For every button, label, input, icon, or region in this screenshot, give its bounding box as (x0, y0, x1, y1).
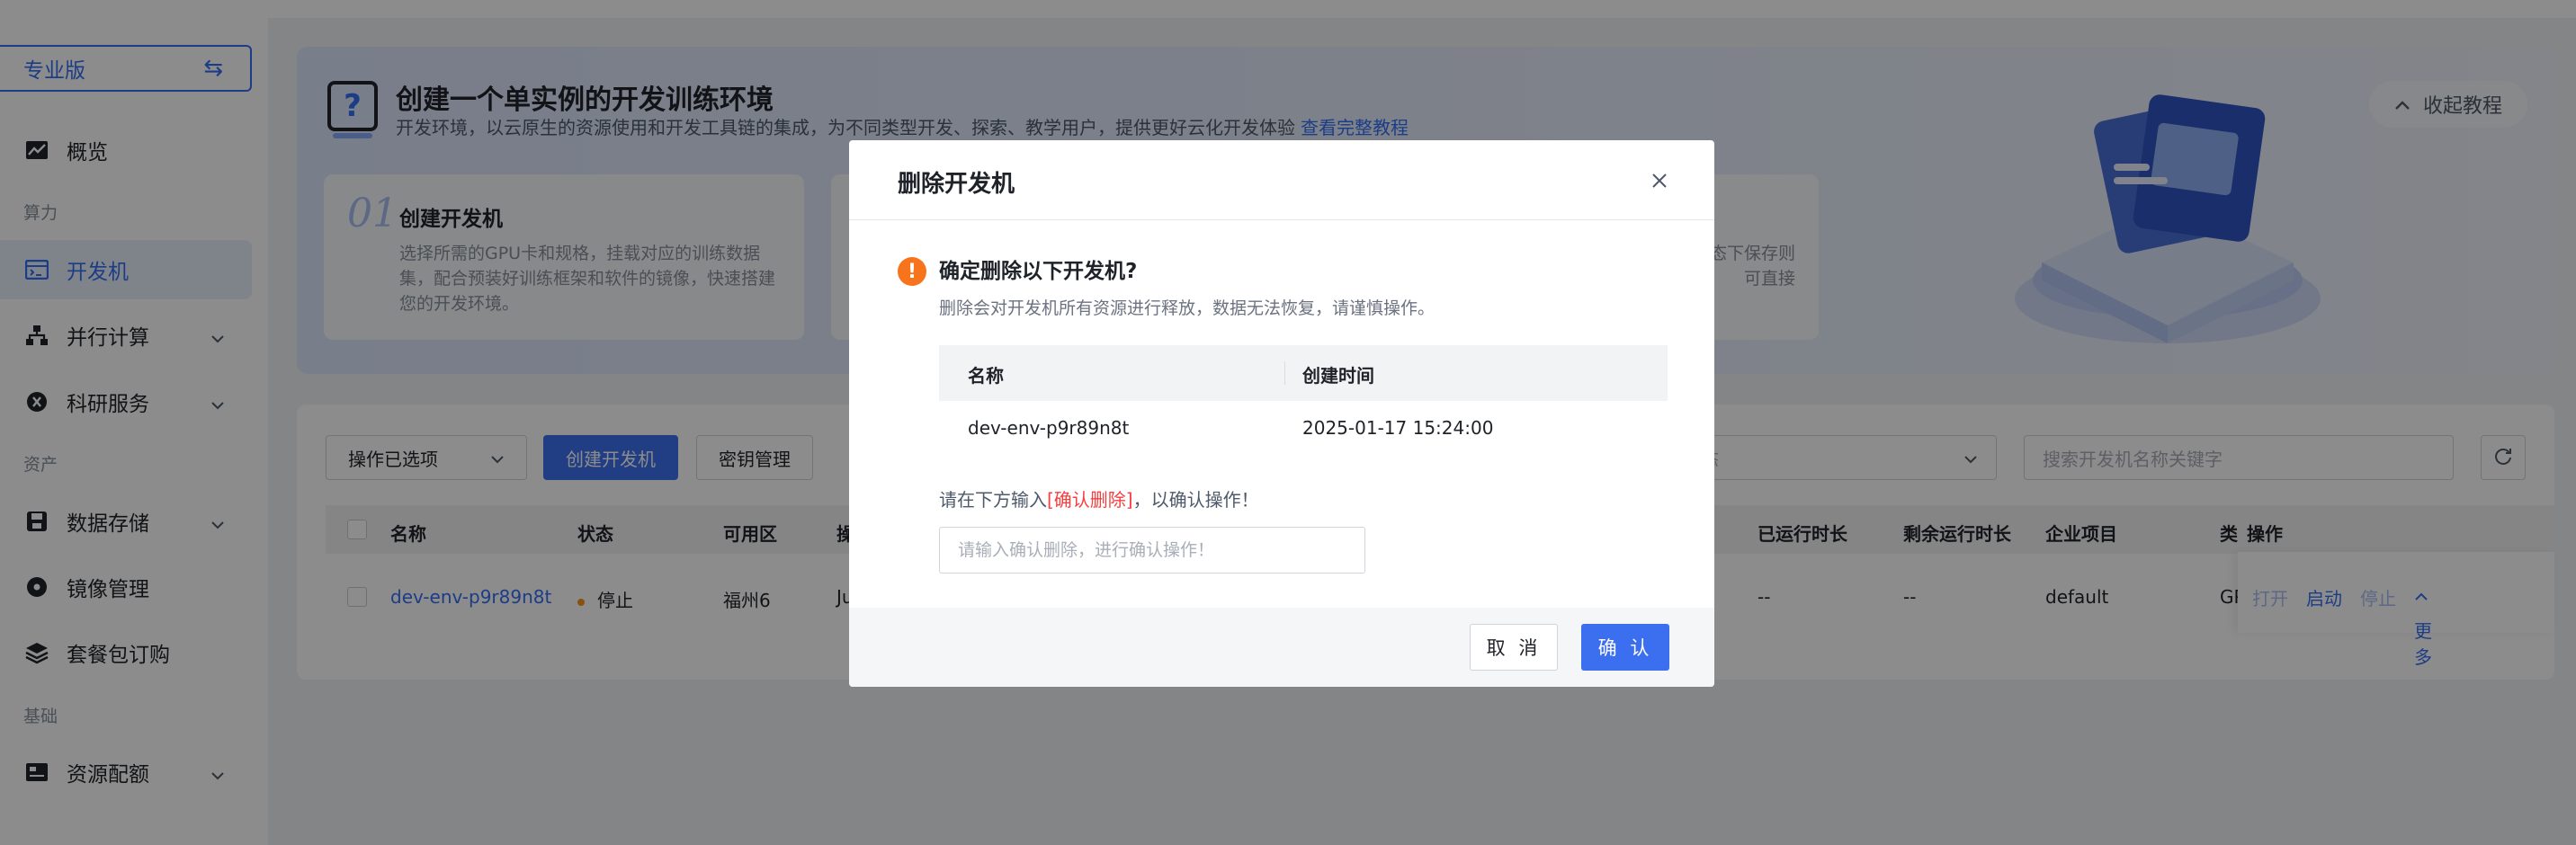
target-machine-table: 名称 创建时间 dev-env-p9r89n8t 2025-01-17 15:2… (939, 345, 1668, 457)
header-name: 名称 (968, 365, 1004, 387)
header-created-time: 创建时间 (1302, 365, 1374, 387)
prompt-keyword: [确认删除] (1047, 489, 1133, 511)
confirm-text-input[interactable] (939, 527, 1365, 574)
machine-name: dev-env-p9r89n8t (968, 417, 1130, 439)
confirm-subtitle: 删除会对开发机所有资源进行释放，数据无法恢复，请谨慎操作。 (939, 298, 1436, 318)
column-separator (1284, 361, 1285, 385)
confirm-question: 确定删除以下开发机? (939, 260, 1138, 283)
cancel-button[interactable]: 取 消 (1470, 624, 1558, 671)
table-row: dev-env-p9r89n8t 2025-01-17 15:24:00 (939, 401, 1668, 457)
warning-icon: ! (898, 257, 926, 286)
table-header: 名称 创建时间 (939, 345, 1668, 401)
prompt-prefix: 请在下方输入 (939, 489, 1047, 511)
close-icon[interactable] (1646, 167, 1673, 194)
dialog-title: 删除开发机 (898, 171, 1015, 198)
delete-dev-machine-dialog: 删除开发机 ! 确定删除以下开发机? 删除会对开发机所有资源进行释放，数据无法恢… (849, 140, 1714, 687)
created-time: 2025-01-17 15:24:00 (1302, 417, 1494, 439)
confirm-button[interactable]: 确 认 (1581, 624, 1669, 671)
prompt-suffix: ，以确认操作！ (1132, 489, 1259, 511)
confirm-prompt: 请在下方输入[确认删除]，以确认操作！ (939, 485, 1259, 511)
dialog-divider (849, 219, 1714, 220)
